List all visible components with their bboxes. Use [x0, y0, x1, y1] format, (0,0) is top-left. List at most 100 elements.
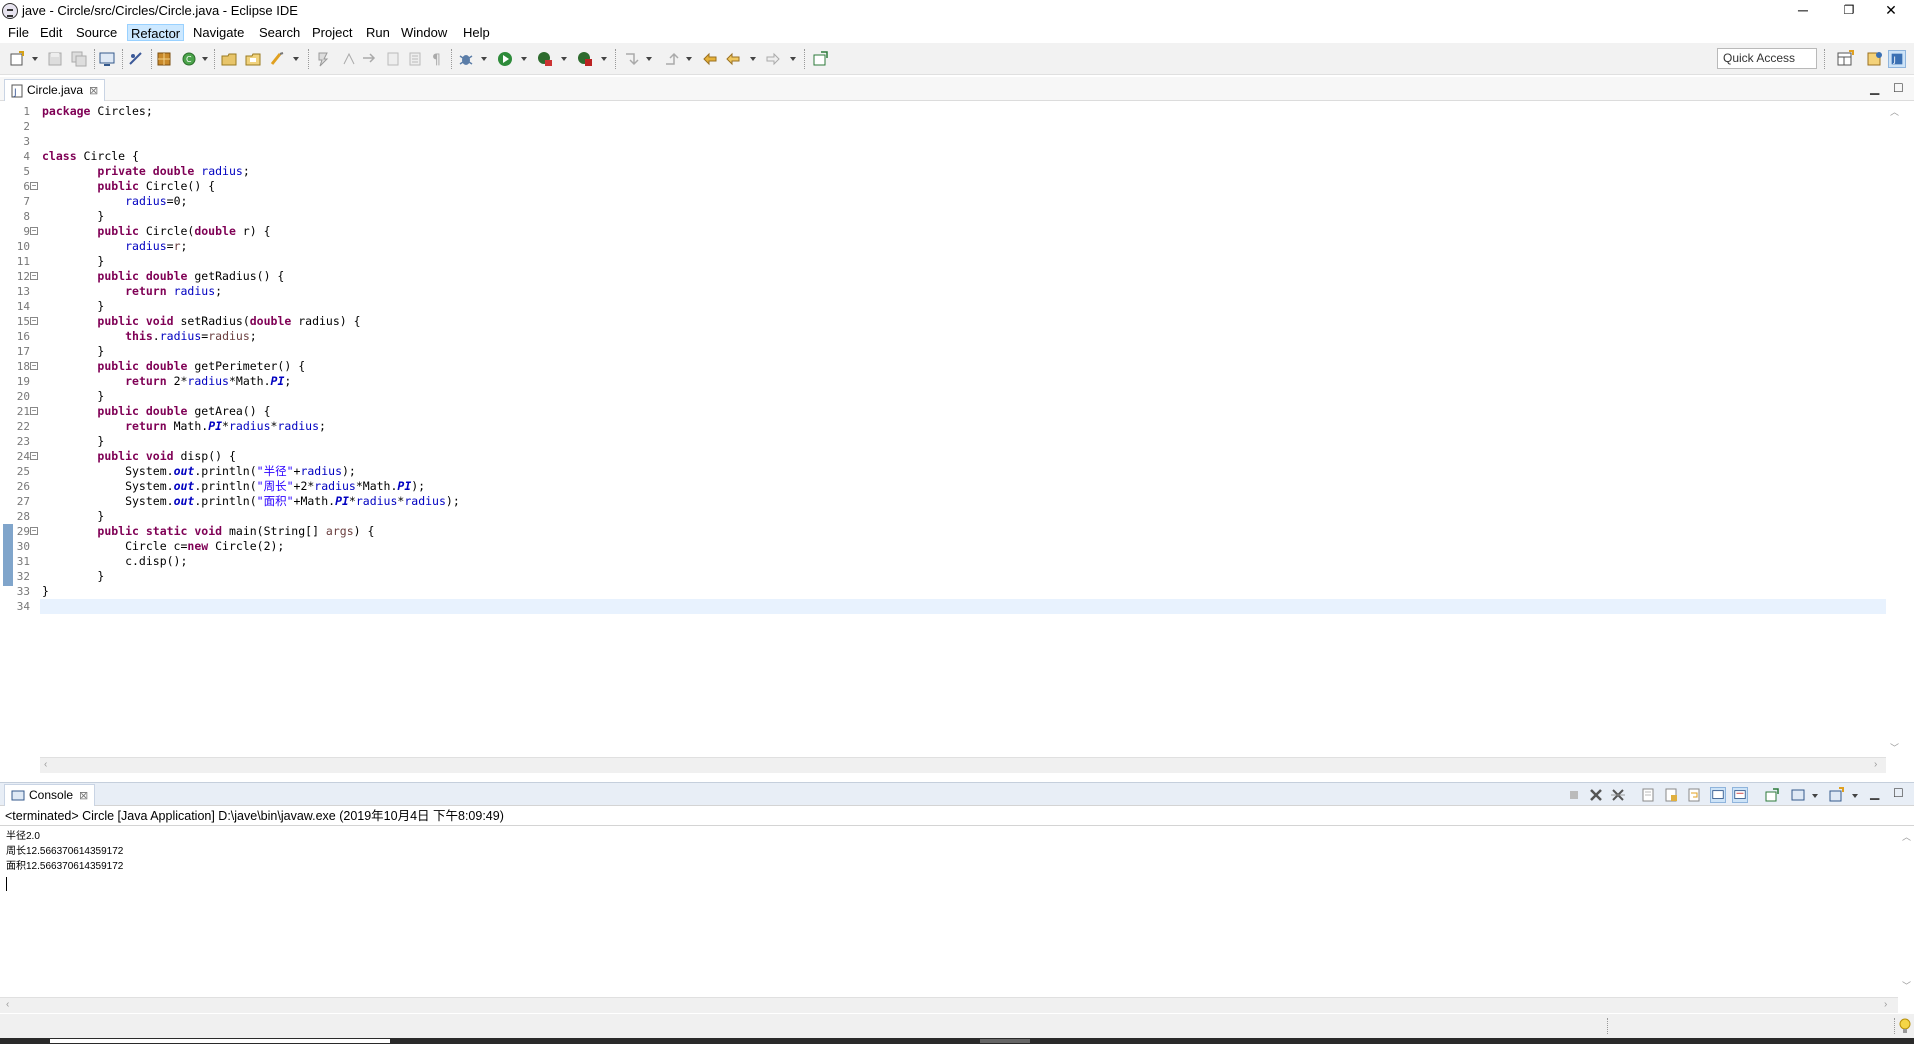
debug-dropdown-icon[interactable]: [481, 57, 487, 61]
java-perspective-icon[interactable]: J: [1888, 50, 1906, 68]
maximize-editor-icon[interactable]: ☐: [1893, 81, 1904, 95]
quick-access-input[interactable]: Quick Access: [1717, 48, 1817, 69]
coverage-icon[interactable]: [536, 50, 554, 68]
code-editor[interactable]: ︿ ﹀ ‹ › 1 package Circles; 2 3 4 class Circle…: [0, 102, 1914, 773]
show-on-stdout-icon[interactable]: [1710, 787, 1726, 803]
pin-console-icon[interactable]: [1764, 787, 1780, 803]
menu-file[interactable]: File: [5, 24, 32, 41]
menu-refactor[interactable]: Refactor: [127, 24, 185, 41]
save-all-icon[interactable]: [70, 50, 88, 68]
skip-breakpoints-icon[interactable]: [127, 50, 145, 68]
new-java-package-icon[interactable]: [155, 50, 173, 68]
fold-toggle-icon[interactable]: −: [30, 527, 38, 535]
show-whitespace-icon[interactable]: ¶: [428, 50, 446, 68]
close-tab-icon[interactable]: ⊠: [89, 81, 98, 101]
prev-edit-icon[interactable]: [662, 50, 680, 68]
maximize-console-icon[interactable]: ☐: [1893, 786, 1904, 800]
code-line: radius=0;: [125, 194, 188, 208]
pin-editor-icon[interactable]: [811, 50, 829, 68]
back-dropdown-icon[interactable]: [750, 57, 756, 61]
minimize-console-icon[interactable]: ▁: [1870, 786, 1879, 800]
console-vertical-scrollbar[interactable]: ︿ ﹀: [1898, 827, 1914, 995]
fold-toggle-icon[interactable]: −: [30, 272, 38, 280]
open-task-icon[interactable]: [244, 50, 262, 68]
minimize-editor-icon[interactable]: ▁: [1870, 81, 1879, 95]
close-window-button[interactable]: ✕: [1868, 0, 1914, 22]
console-horizontal-scrollbar[interactable]: ‹ ›: [0, 997, 1898, 1013]
forward-icon[interactable]: [764, 50, 782, 68]
tab-console[interactable]: Console ⊠: [4, 784, 96, 806]
back-icon[interactable]: [724, 50, 742, 68]
code-line: return Math.PI*radius*radius;: [125, 419, 326, 433]
toggle-mark-icon[interactable]: [384, 50, 402, 68]
editor-horizontal-scrollbar[interactable]: ‹ ›: [40, 757, 1886, 773]
next-edit-dropdown-icon[interactable]: [646, 57, 652, 61]
tip-lightbulb-icon[interactable]: [1898, 1017, 1912, 1035]
new-class-dropdown-icon[interactable]: [202, 57, 208, 61]
debug-icon[interactable]: [457, 50, 475, 68]
save-icon[interactable]: [46, 50, 64, 68]
forward-dropdown-icon[interactable]: [790, 57, 796, 61]
open-perspective-icon[interactable]: [1836, 50, 1854, 68]
code-line: radius=r;: [125, 239, 188, 253]
search-dropdown-icon[interactable]: [293, 57, 299, 61]
terminate-icon[interactable]: [1566, 787, 1582, 803]
fold-toggle-icon[interactable]: −: [30, 452, 38, 460]
display-console-dropdown-icon[interactable]: [1812, 794, 1818, 798]
fold-toggle-icon[interactable]: −: [30, 407, 38, 415]
menu-navigate[interactable]: Navigate: [190, 24, 247, 41]
menu-search[interactable]: Search: [256, 24, 303, 41]
run-icon[interactable]: [496, 50, 514, 68]
new-java-class-icon[interactable]: C: [180, 50, 198, 68]
external-tools-dropdown-icon[interactable]: [601, 57, 607, 61]
new-icon[interactable]: [8, 50, 26, 68]
last-edit-location-icon[interactable]: [701, 50, 719, 68]
fold-toggle-icon[interactable]: −: [30, 362, 38, 370]
open-type-icon[interactable]: [220, 50, 238, 68]
menu-window[interactable]: Window: [398, 24, 450, 41]
line-number: 21: [16, 405, 30, 418]
restore-button[interactable]: ❐: [1826, 0, 1872, 22]
block-selection-icon[interactable]: [406, 50, 424, 68]
menu-edit[interactable]: Edit: [37, 24, 65, 41]
clear-console-icon[interactable]: [1640, 787, 1656, 803]
fold-toggle-icon[interactable]: −: [30, 227, 38, 235]
remove-launch-icon[interactable]: [1588, 787, 1604, 803]
close-console-tab-icon[interactable]: ⊠: [79, 786, 88, 806]
next-annotation-icon[interactable]: [340, 50, 358, 68]
show-on-stderr-icon[interactable]: [1732, 787, 1748, 803]
search-icon[interactable]: [268, 50, 286, 68]
code-line: }: [42, 299, 105, 313]
java-ee-perspective-icon[interactable]: [1866, 50, 1884, 68]
display-console-icon[interactable]: [1790, 787, 1806, 803]
svg-text:J: J: [13, 88, 17, 98]
menu-source[interactable]: Source: [73, 24, 120, 41]
scroll-lock-icon[interactable]: [1663, 787, 1679, 803]
remove-all-terminated-icon[interactable]: [1610, 787, 1626, 803]
run-dropdown-icon[interactable]: [521, 57, 527, 61]
prev-edit-dropdown-icon[interactable]: [686, 57, 692, 61]
terminal-icon[interactable]: [98, 50, 116, 68]
code-line: this.radius=radius;: [125, 329, 257, 343]
menu-run[interactable]: Run: [363, 24, 393, 41]
minimize-button[interactable]: ─: [1780, 0, 1826, 22]
open-console-icon[interactable]: [1828, 787, 1844, 803]
console-output[interactable]: 半径2.0 周长12.566370614359172 面积12.56637061…: [0, 827, 1914, 997]
fold-toggle-icon[interactable]: −: [30, 182, 38, 190]
new-dropdown-icon[interactable]: [32, 57, 38, 61]
annotation-icon[interactable]: [314, 50, 332, 68]
console-output-line: 面积12.566370614359172: [6, 861, 124, 872]
console-icon: [11, 790, 25, 801]
fold-toggle-icon[interactable]: −: [30, 317, 38, 325]
word-wrap-icon[interactable]: [1686, 787, 1702, 803]
next-edit-icon[interactable]: [622, 50, 640, 68]
editor-vertical-scrollbar[interactable]: ︿ ﹀: [1886, 102, 1902, 757]
menu-help[interactable]: Help: [460, 24, 493, 41]
open-console-dropdown-icon[interactable]: [1852, 794, 1858, 798]
coverage-dropdown-icon[interactable]: [561, 57, 567, 61]
taskbar-strip: [0, 1038, 1914, 1044]
prev-annotation-icon[interactable]: [360, 50, 378, 68]
tab-circle-java[interactable]: J Circle.java ⊠: [4, 79, 106, 101]
external-tools-icon[interactable]: [576, 50, 594, 68]
menu-project[interactable]: Project: [309, 24, 355, 41]
